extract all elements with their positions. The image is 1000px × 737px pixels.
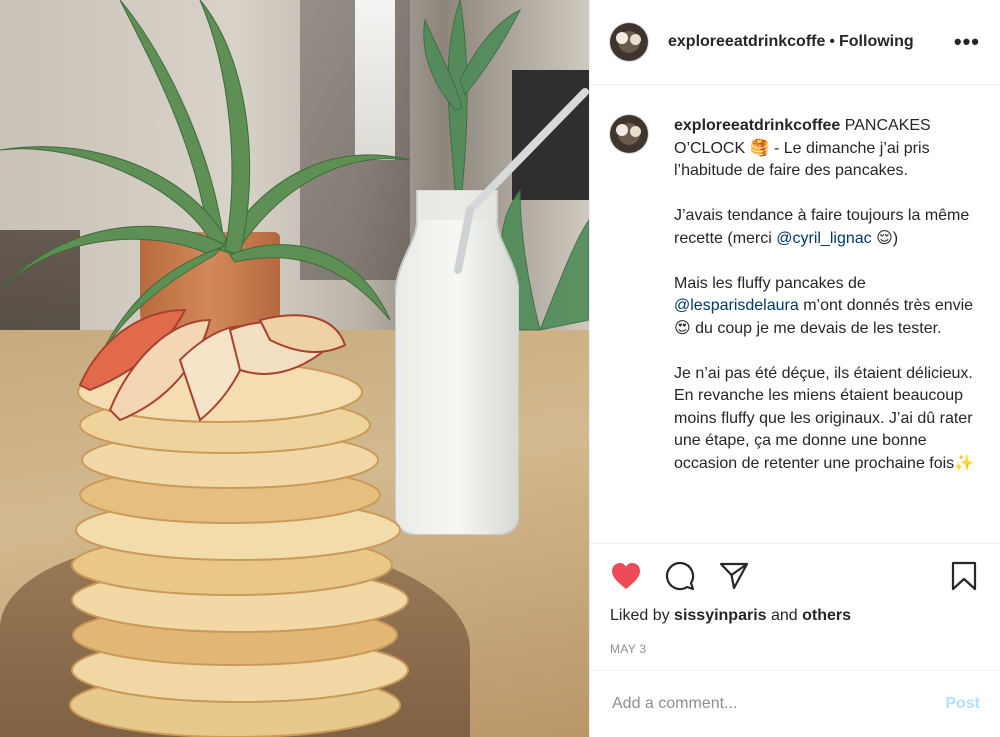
comments-section[interactable]: exploreeatdrinkcoffee PANCAKES O’CLOCK 🥞… <box>590 85 1000 543</box>
author-avatar[interactable] <box>610 23 648 61</box>
separator-dot: • <box>829 33 835 50</box>
caption-username[interactable]: exploreeatdrinkcoffee <box>674 117 840 134</box>
comment-icon[interactable] <box>664 560 696 592</box>
mention-link[interactable]: @cyril_lignac <box>776 230 871 247</box>
like-heart-icon[interactable] <box>610 560 642 592</box>
liked-by-prefix: Liked by <box>610 607 675 624</box>
caption-paragraph: Je n’ai pas été déçue, ils étaient délic… <box>674 363 980 476</box>
caption-text: Mais les fluffy pancakes de <box>674 274 866 292</box>
liked-by-mid: and <box>766 607 803 624</box>
following-button[interactable]: Following <box>839 33 914 51</box>
liked-by-others[interactable]: others <box>802 607 851 624</box>
post-photo[interactable] <box>0 0 589 737</box>
caption-paragraph: J’avais tendance à faire toujours la mêm… <box>674 205 980 250</box>
post-caption: exploreeatdrinkcoffee PANCAKES O’CLOCK 🥞… <box>674 115 980 543</box>
liked-by-user[interactable]: sissyinparis <box>674 607 767 624</box>
author-username[interactable]: exploreeatdrinkcoffe <box>668 33 825 51</box>
share-icon[interactable] <box>718 560 750 592</box>
caption-text: Je n’ai pas été déçue, ils étaient délic… <box>674 364 975 472</box>
liked-by-text: Liked by sissyinparis and others <box>610 607 851 625</box>
post-date[interactable]: MAY 3 <box>610 642 646 656</box>
caption-paragraph: Mais les fluffy pancakes de @lesparisdel… <box>674 273 980 341</box>
caption-author-avatar[interactable] <box>610 115 648 153</box>
caption-paragraph: exploreeatdrinkcoffee PANCAKES O’CLOCK 🥞… <box>674 115 980 183</box>
post-comment-button[interactable]: Post <box>945 695 980 713</box>
more-options-icon[interactable]: ••• <box>954 29 980 55</box>
add-comment-bar: Post <box>590 670 1000 737</box>
comment-input[interactable] <box>610 694 946 714</box>
mention-link[interactable]: @lesparisdelaura <box>674 297 799 314</box>
photo-pancake-stack <box>69 308 409 737</box>
bookmark-icon[interactable] <box>948 560 980 592</box>
action-bar <box>590 543 1000 607</box>
post-side-panel: exploreeatdrinkcoffe • Following ••• exp… <box>589 0 1000 737</box>
caption-text: 😌) <box>871 229 899 247</box>
post-header: exploreeatdrinkcoffe • Following ••• <box>590 0 1000 85</box>
